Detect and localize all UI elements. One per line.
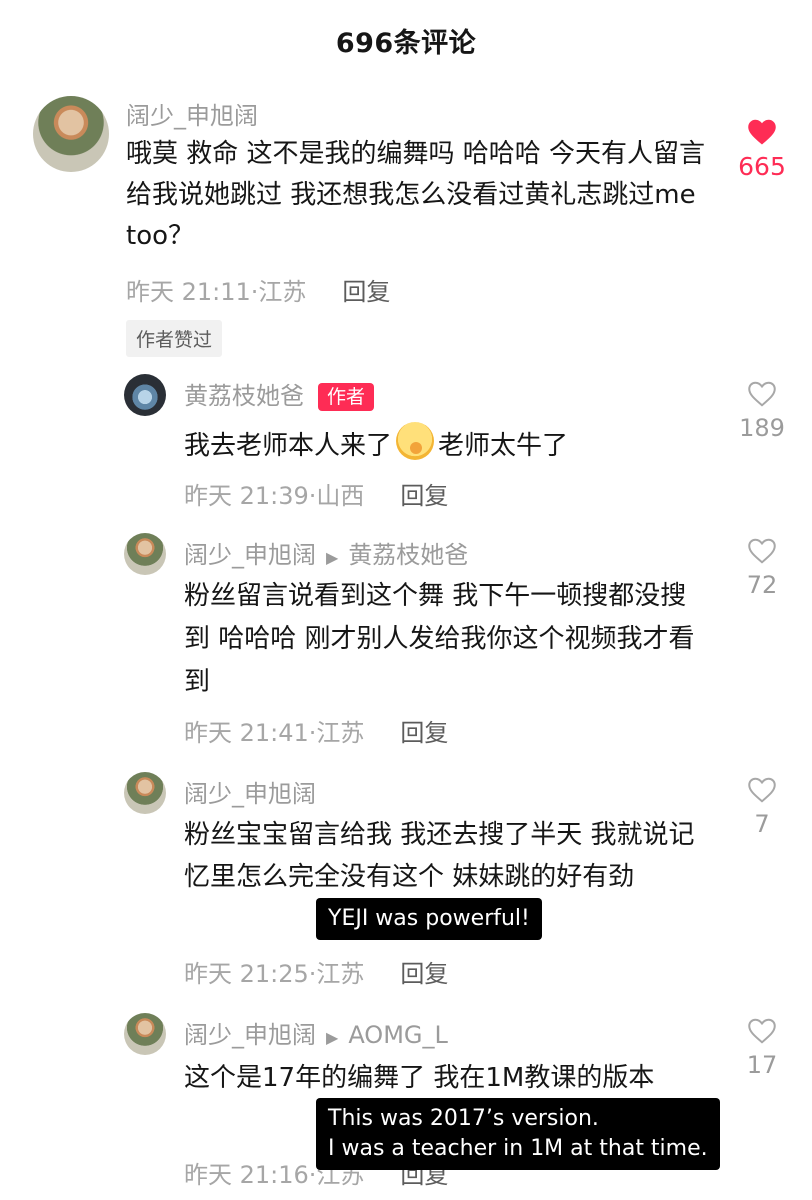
reply-username: 阔少_申旭阔: [184, 774, 316, 809]
comment-text: 哦莫 救命 这不是我的编舞吗 哈哈哈 今天有人留言给我说她跳过 我还想我怎么没看…: [126, 139, 706, 251]
reply-text: 这个是17年的编舞了 我在1M教课的版本: [184, 1063, 655, 1093]
reply-item: 阔少_申旭阔 ▶ 黄荔枝她爸 粉丝留言说看到这个舞 我下午一顿搜都没搜到 哈哈哈 刚…: [0, 531, 812, 751]
reply-author-name[interactable]: 阔少_申旭阔: [184, 780, 316, 808]
heart-outline-icon: [748, 538, 776, 564]
comment-location: 江苏: [258, 278, 307, 306]
reply-arrow-icon: ▶: [326, 548, 339, 567]
author-liked-tag: 作者赞过: [126, 320, 223, 357]
heart-outline-icon: [748, 381, 776, 407]
reply-button[interactable]: 回复: [342, 272, 390, 307]
reply-username: 黄荔枝她爸 作者: [184, 376, 375, 411]
reply-date: 昨天 21:41·: [184, 719, 317, 747]
like-count: 665: [738, 152, 786, 181]
like-button[interactable]: 72: [722, 537, 802, 599]
reply-meta: 昨天 21:25· 江苏 回复: [184, 954, 448, 989]
reply-meta: 昨天 21:39· 山西 回复: [184, 476, 448, 511]
reply-text: 粉丝留言说看到这个舞 我下午一顿搜都没搜到 哈哈哈 刚才别人发给我你这个视频我才…: [184, 581, 695, 697]
like-button[interactable]: 189: [722, 380, 802, 442]
subtitle-caption: This was 2017’s version. I was a teacher…: [316, 1098, 720, 1170]
like-count: 189: [739, 414, 785, 442]
reply-target-name[interactable]: AOMG_L: [348, 1021, 448, 1049]
reply-text-part: 我去老师本人来了: [184, 431, 393, 461]
reply-item: 阔少_申旭阔 粉丝宝宝留言给我 我还去搜了半天 我就说记忆里怎么完全没有这个 妹…: [0, 770, 812, 990]
reply-author-name[interactable]: 阔少_申旭阔: [184, 541, 316, 569]
comment-item: 阔少_申旭阔 哦莫 救命 这不是我的编舞吗 哈哈哈 今天有人留言给我说她跳过 我…: [0, 92, 812, 357]
subtitle-caption: YEJI was powerful!: [316, 898, 542, 940]
avatar[interactable]: [124, 1013, 166, 1055]
reply-date: 昨天 21:25·: [184, 960, 317, 988]
subtitle-line: This was 2017’s version.: [328, 1106, 599, 1131]
reply-button[interactable]: 回复: [400, 954, 448, 989]
reply-location: 山西: [316, 482, 365, 510]
like-button[interactable]: 7: [722, 776, 802, 838]
subtitle-line: YEJI was powerful!: [328, 906, 530, 931]
reply-text: 我去老师本人来了 老师太牛了: [184, 422, 704, 467]
comments-header: 696条评论: [0, 0, 812, 80]
like-count: 72: [746, 571, 778, 599]
subtitle-line: I was a teacher in 1M at that time.: [328, 1136, 708, 1161]
reply-meta: 昨天 21:41· 江苏 回复: [184, 713, 448, 748]
comment-count-title: 696条评论: [335, 27, 477, 59]
comment-date: 昨天 21:11·: [126, 278, 259, 306]
reply-item: 黄荔枝她爸 作者 我去老师本人来了 老师太牛了 昨天 21:39· 山西 回复 18…: [0, 372, 812, 512]
like-count: 7: [754, 810, 770, 838]
reply-text-part: 老师太牛了: [438, 431, 569, 461]
heart-filled-icon: [748, 119, 776, 145]
reply-button[interactable]: 回复: [400, 476, 448, 511]
heart-outline-icon: [748, 777, 776, 803]
author-badge: 作者: [318, 383, 375, 411]
reply-arrow-icon: ▶: [326, 1028, 339, 1047]
reply-location: 江苏: [316, 719, 365, 747]
reply-text: 粉丝宝宝留言给我 我还去搜了半天 我就说记忆里怎么完全没有这个 妹妹跳的好有劲: [184, 820, 695, 892]
reply-date: 昨天 21:39·: [184, 482, 317, 510]
comment-username[interactable]: 阔少_申旭阔: [126, 96, 258, 131]
like-button[interactable]: 17: [722, 1017, 802, 1079]
hand-over-mouth-emoji-icon: [396, 422, 435, 460]
comment-meta: 昨天 21:11· 江苏 回复: [126, 272, 390, 307]
avatar[interactable]: [33, 96, 109, 172]
avatar[interactable]: [124, 374, 166, 416]
reply-username: 阔少_申旭阔 ▶ 黄荔枝她爸: [184, 535, 468, 570]
reply-target-name[interactable]: 黄荔枝她爸: [348, 541, 468, 569]
avatar[interactable]: [124, 772, 166, 814]
reply-button[interactable]: 回复: [400, 713, 448, 748]
reply-location: 江苏: [316, 960, 365, 988]
avatar[interactable]: [124, 533, 166, 575]
reply-author-name[interactable]: 黄荔枝她爸: [184, 382, 304, 410]
heart-outline-icon: [748, 1018, 776, 1044]
reply-author-name[interactable]: 阔少_申旭阔: [184, 1021, 316, 1049]
like-count: 17: [746, 1051, 778, 1079]
reply-date: 昨天 21:16·: [184, 1161, 317, 1189]
reply-username: 阔少_申旭阔 ▶ AOMG_L: [184, 1015, 448, 1050]
like-button[interactable]: 665: [722, 118, 802, 181]
